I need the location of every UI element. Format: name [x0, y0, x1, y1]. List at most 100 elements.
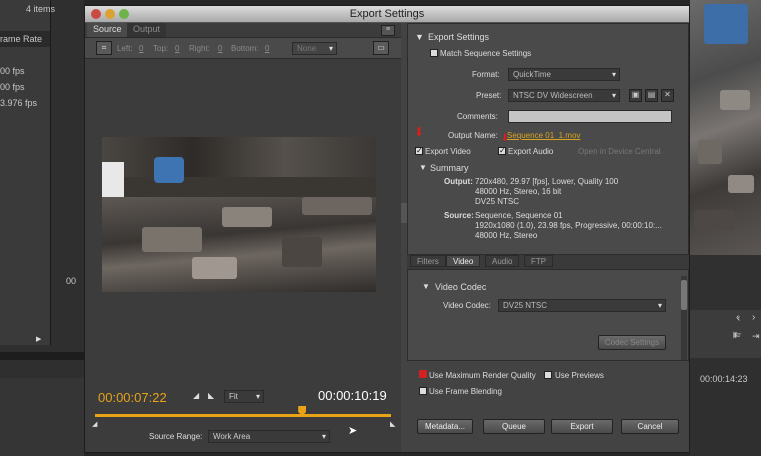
list-item[interactable]: 00 fps: [0, 66, 25, 76]
format-select[interactable]: QuickTime: [508, 68, 620, 81]
project-list: 4 items rame Rate 00 fps 00 fps 3.976 fp…: [0, 0, 55, 345]
summary-output-line: 48000 Hz, Stereo, 16 bit: [475, 187, 562, 196]
cancel-button[interactable]: Cancel: [621, 419, 679, 434]
column-header-frame-rate[interactable]: rame Rate: [0, 34, 42, 44]
play-icon[interactable]: ▶: [36, 335, 44, 343]
format-label: Format:: [472, 70, 500, 79]
tab-audio[interactable]: Audio: [485, 255, 520, 267]
export-audio-label: Export Audio: [508, 147, 554, 156]
crop-right-value[interactable]: 0: [218, 44, 222, 53]
aspect-icon[interactable]: ▭: [373, 41, 389, 55]
frame-blending-checkbox[interactable]: [419, 387, 427, 395]
summary-output-line: DV25 NTSC: [475, 197, 520, 206]
export-settings-panel: ▼ Export Settings Match Sequence Setting…: [407, 23, 689, 255]
in-timecode[interactable]: 00:00:07:22: [98, 390, 167, 405]
crop-toolbar: ⌗ Left: 0 Top: 0 Right: 0 Bottom: 0 None…: [85, 37, 401, 59]
comments-label: Comments:: [457, 112, 498, 121]
delete-preset-icon[interactable]: ✕: [661, 89, 674, 102]
video-settings-panel: ▼ Video Codec Video Codec: DV25 NTSC Cod…: [407, 269, 689, 361]
preset-label: Preset:: [476, 91, 502, 100]
work-area-bar[interactable]: [95, 414, 391, 417]
export-button[interactable]: Export: [551, 419, 613, 434]
timeline-timecode[interactable]: 00:00:14:23: [700, 374, 748, 384]
preset-select[interactable]: NTSC DV Widescreen: [508, 89, 620, 102]
background-timeline-right: 00:00:14:23: [690, 358, 761, 456]
export-audio-checkbox[interactable]: ✓: [498, 147, 506, 155]
crop-top-value[interactable]: 0: [175, 44, 179, 53]
output-name-link[interactable]: Sequence 01_1.mov: [507, 131, 580, 140]
red-arrow-icon: ⬇: [414, 125, 425, 139]
summary-source-label: Source:: [444, 211, 474, 220]
export-settings-dialog: Export Settings Source Output ≡ ⌗ Left: …: [84, 5, 690, 453]
open-device-central[interactable]: Open in Device Central: [578, 147, 661, 156]
step-back-icon[interactable]: ‹: [736, 312, 746, 323]
import-preset-icon[interactable]: ▤: [645, 89, 658, 102]
summary-source-line: 48000 Hz, Stereo: [475, 231, 538, 240]
list-header: rame Rate: [0, 31, 50, 47]
source-timeline: 00:00:07:22 ◢ ◣ Fit 00:00:10:19 ◢ ◣ Sour…: [85, 379, 401, 452]
program-monitor-frame: [690, 0, 761, 255]
set-in-icon[interactable]: ◢: [193, 391, 199, 400]
video-codec-header: Video Codec: [435, 282, 487, 292]
frame-blending-label: Use Frame Blending: [429, 387, 502, 396]
list-item[interactable]: 3.976 fps: [0, 98, 37, 108]
crop-left-value[interactable]: 0: [139, 44, 143, 53]
settings-tabs: Filters Video Audio FTP: [407, 255, 689, 269]
summary-collapse-icon[interactable]: ▼: [419, 163, 427, 172]
in-point-icon[interactable]: ◢: [92, 420, 97, 428]
summary-source-line: 1920x1080 (1.0), 23.98 fps, Progressive,…: [475, 221, 662, 230]
crop-top-label: Top:: [153, 44, 169, 53]
source-range-select[interactable]: Work Area: [208, 430, 330, 443]
go-to-out-icon[interactable]: ⇥: [752, 331, 761, 341]
metadata-button[interactable]: Metadata...: [417, 419, 473, 434]
save-preset-icon[interactable]: ▣: [629, 89, 642, 102]
zoom-select[interactable]: Fit: [224, 390, 264, 403]
crop-left-label: Left:: [117, 44, 133, 53]
mouse-cursor-icon: ➤: [348, 425, 358, 437]
video-codec-collapse-icon[interactable]: ▼: [422, 282, 430, 291]
max-render-checkbox[interactable]: [419, 370, 427, 378]
blue-tarp: [704, 4, 748, 44]
summary-source-line: Sequence, Sequence 01: [475, 211, 563, 220]
match-sequence-label: Match Sequence Settings: [440, 49, 532, 58]
preview-pane: Source Output ≡ ⌗ Left: 0 Top: 0 Right: …: [85, 23, 407, 379]
items-count: 4 items: [26, 4, 56, 14]
use-previews-label: Use Previews: [555, 371, 604, 380]
crop-right-label: Right:: [189, 44, 210, 53]
dialog-title: Export Settings: [349, 8, 425, 20]
queue-button[interactable]: Queue: [483, 419, 545, 434]
tab-video[interactable]: Video: [446, 255, 481, 267]
crop-icon[interactable]: ⌗: [96, 41, 112, 55]
export-video-checkbox[interactable]: ✓: [415, 147, 423, 155]
match-sequence-checkbox[interactable]: [430, 49, 438, 57]
output-name-label: Output Name:: [448, 131, 498, 140]
list-item[interactable]: 00 fps: [0, 82, 25, 92]
max-render-label: Use Maximum Render Quality: [429, 371, 536, 380]
monitor-controls: ‹ ⇤: [690, 255, 761, 340]
source-range-label: Source Range:: [149, 432, 203, 441]
step-forward-icon[interactable]: ›: [752, 312, 761, 323]
summary-output-label: Output:: [444, 177, 473, 186]
export-video-label: Export Video: [425, 147, 471, 156]
tab-filters[interactable]: Filters: [410, 255, 446, 267]
use-previews-checkbox[interactable]: [544, 371, 552, 379]
crop-bottom-value[interactable]: 0: [265, 44, 269, 53]
tab-source[interactable]: Source: [87, 23, 128, 37]
go-to-in-icon[interactable]: ⇤: [733, 331, 747, 341]
out-point-icon[interactable]: ◣: [390, 420, 395, 428]
tab-output[interactable]: Output: [127, 23, 167, 37]
comments-input[interactable]: [508, 110, 672, 123]
scrollbar-thumb[interactable]: [681, 280, 687, 310]
collapse-icon[interactable]: ▼: [415, 32, 424, 42]
panel-menu-icon[interactable]: ≡: [381, 25, 395, 36]
codec-settings-button[interactable]: Codec Settings: [598, 335, 666, 350]
scrollbar[interactable]: [681, 276, 687, 360]
tab-ftp[interactable]: FTP: [524, 255, 554, 267]
summary-output-line: 720x480, 29.97 [fps], Lower, Quality 100: [475, 177, 619, 186]
out-timecode[interactable]: 00:00:10:19: [318, 388, 387, 403]
video-codec-select[interactable]: DV25 NTSC: [498, 299, 666, 312]
title-bar: Export Settings: [85, 6, 689, 23]
aspect-ratio-select[interactable]: None: [292, 42, 337, 55]
background-timeline: [0, 378, 84, 456]
set-out-icon[interactable]: ◣: [208, 391, 214, 400]
